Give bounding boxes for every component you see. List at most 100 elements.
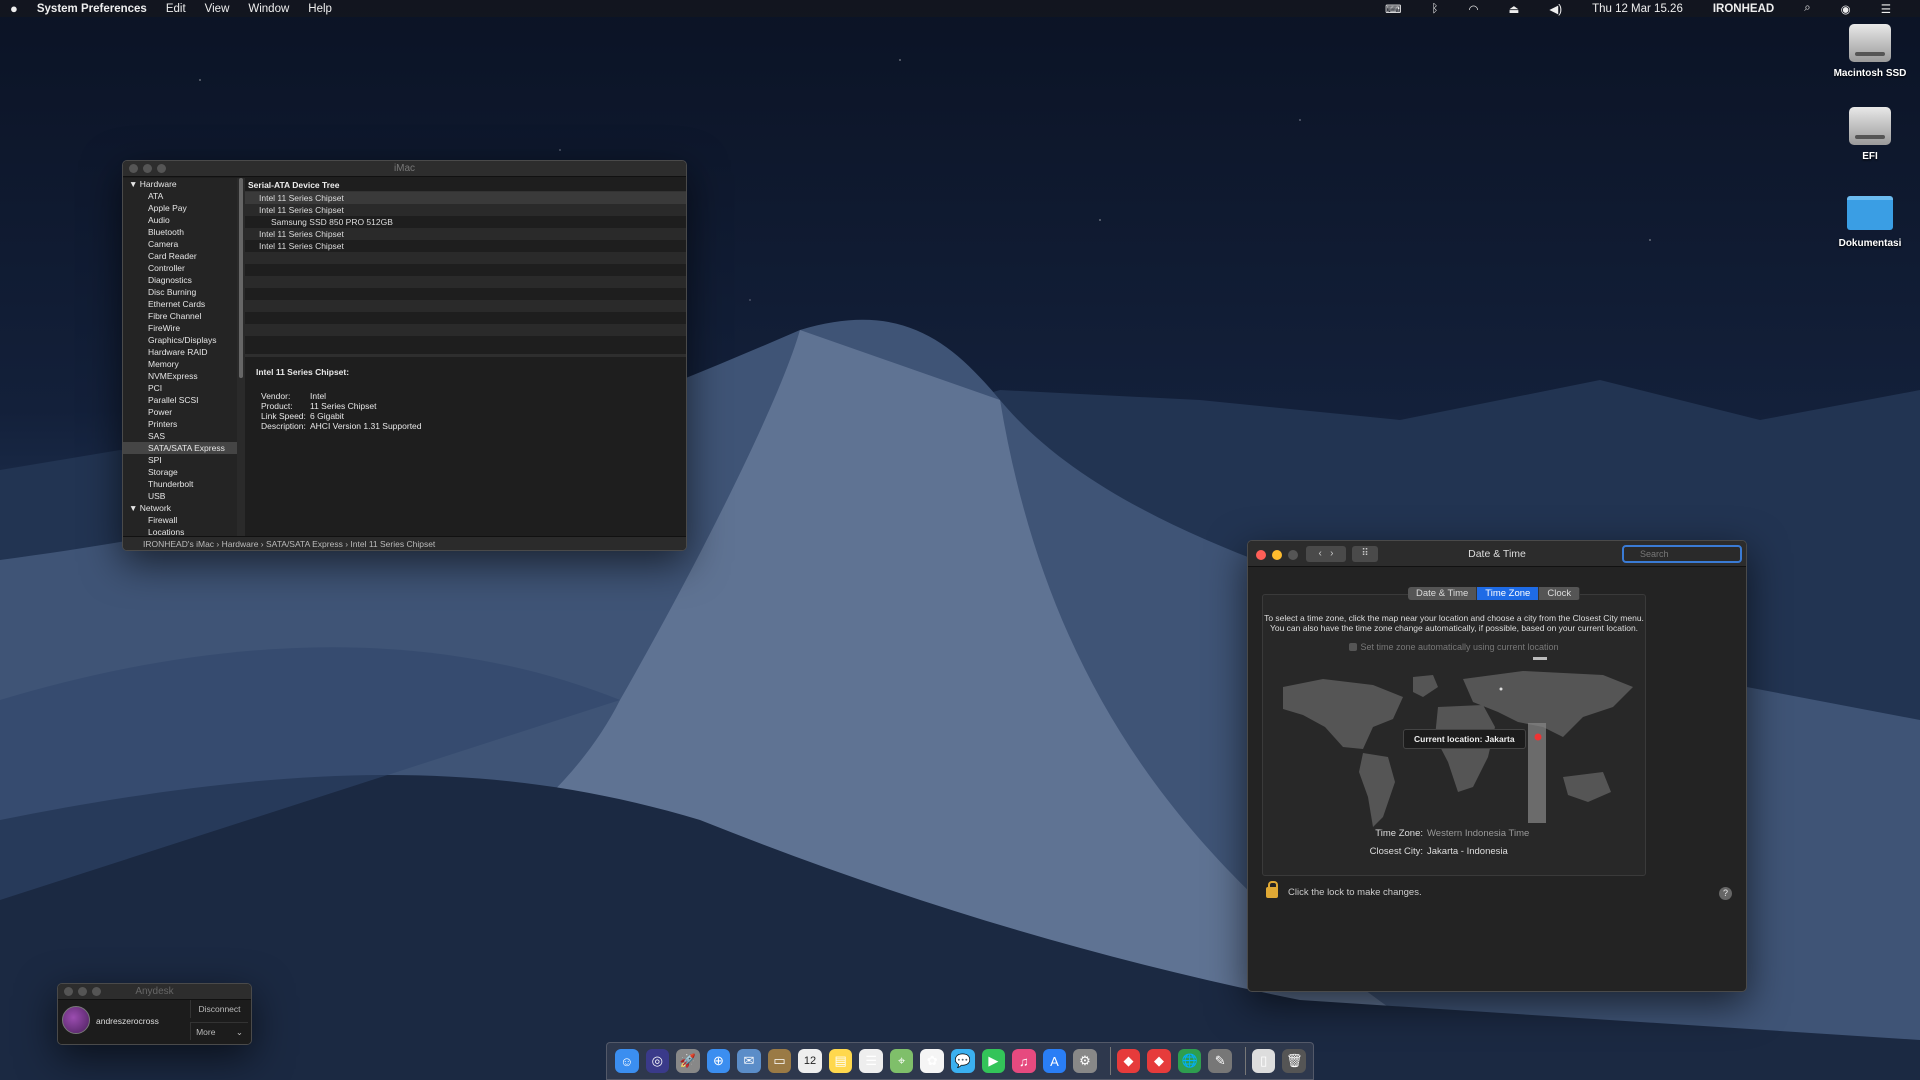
menu-user[interactable]: IRONHEAD: [1713, 3, 1774, 15]
close-button[interactable]: [129, 164, 138, 173]
zoom-button[interactable]: [157, 164, 166, 173]
sidebar-item[interactable]: SAS: [123, 430, 237, 442]
sidebar-item[interactable]: Printers: [123, 418, 237, 430]
notes-app-icon[interactable]: ▭: [767, 1049, 792, 1073]
itunes-icon[interactable]: ♫: [1012, 1049, 1036, 1073]
sidebar-item[interactable]: Diagnostics: [123, 274, 237, 286]
sidebar-item[interactable]: Thunderbolt: [123, 478, 237, 490]
menu-view[interactable]: View: [205, 3, 230, 15]
lock-icon[interactable]: [1266, 881, 1278, 898]
window-titlebar[interactable]: ‹ › ⠿ Date & Time Search: [1248, 541, 1746, 567]
sidebar-item[interactable]: Hardware RAID: [123, 346, 237, 358]
tree-row[interactable]: Samsung SSD 850 PRO 512GB: [245, 216, 686, 228]
desktop-icon-efi[interactable]: EFI: [1820, 107, 1920, 162]
help-button[interactable]: ?: [1719, 887, 1732, 900]
spotlight-icon[interactable]: ⌕: [1804, 2, 1810, 15]
launchpad-icon[interactable]: 🚀: [676, 1049, 700, 1073]
menu-app-name[interactable]: System Preferences: [37, 3, 147, 15]
sidebar-item[interactable]: SPI: [123, 454, 237, 466]
closest-city-select[interactable]: Jakarta - Indonesia: [1427, 846, 1508, 857]
sidebar-item[interactable]: ATA: [123, 190, 237, 202]
siri-menu-icon[interactable]: ◉: [1841, 2, 1851, 16]
disconnect-button[interactable]: Disconnect: [190, 1000, 248, 1018]
notification-center-icon[interactable]: ☰: [1881, 2, 1891, 16]
sidebar-item[interactable]: Card Reader: [123, 250, 237, 262]
sidebar-item[interactable]: Audio: [123, 214, 237, 226]
sidebar-scrollbar[interactable]: [237, 178, 245, 538]
calendar-icon[interactable]: 12: [798, 1049, 822, 1073]
apple-menu-icon[interactable]: ●: [10, 1, 18, 16]
back-forward-buttons[interactable]: ‹ ›: [1306, 546, 1346, 562]
sidebar-item[interactable]: Apple Pay: [123, 202, 237, 214]
desktop-icon-dokumentasi[interactable]: Dokumentasi: [1820, 196, 1920, 249]
anydesk-icon[interactable]: ◆: [1116, 1049, 1141, 1073]
bluetooth-icon[interactable]: ᛒ: [1432, 3, 1439, 15]
facetime-icon[interactable]: ▶: [981, 1049, 1006, 1073]
system-preferences-icon[interactable]: ⚙: [1073, 1049, 1097, 1073]
photos-icon[interactable]: ✿: [920, 1049, 945, 1073]
sidebar-item[interactable]: Bluetooth: [123, 226, 237, 238]
sidebar-group[interactable]: ▼ Hardware: [123, 178, 237, 190]
sidebar-item[interactable]: Fibre Channel: [123, 310, 237, 322]
sidebar-item[interactable]: Ethernet Cards: [123, 298, 237, 310]
close-button[interactable]: [1256, 550, 1266, 560]
search-input[interactable]: Search: [1622, 545, 1742, 563]
minimize-button[interactable]: [1272, 550, 1282, 560]
window-titlebar[interactable]: iMac: [123, 161, 686, 177]
world-icon[interactable]: 🌐: [1177, 1049, 1202, 1073]
menu-window[interactable]: Window: [248, 3, 289, 15]
tab-time-zone[interactable]: Time Zone: [1477, 587, 1540, 600]
wifi-icon[interactable]: ◠: [1468, 2, 1478, 16]
sidebar-item[interactable]: NVMExpress: [123, 370, 237, 382]
sidebar-item[interactable]: Firewall: [123, 514, 237, 526]
menu-clock[interactable]: Thu 12 Mar 15.26: [1592, 3, 1683, 15]
document-icon[interactable]: ▯: [1251, 1049, 1276, 1073]
stickies-icon[interactable]: ▤: [828, 1049, 853, 1073]
sidebar-item[interactable]: Memory: [123, 358, 237, 370]
sidebar-item[interactable]: Controller: [123, 262, 237, 274]
sidebar-item[interactable]: Graphics/Displays: [123, 334, 237, 346]
keyboard-input-icon[interactable]: ⌨: [1385, 2, 1402, 16]
menu-edit[interactable]: Edit: [166, 3, 186, 15]
tab-clock[interactable]: Clock: [1539, 587, 1581, 600]
messages-icon[interactable]: 💬: [951, 1049, 975, 1073]
reminders-icon[interactable]: ☰: [859, 1049, 883, 1073]
window-titlebar[interactable]: Anydesk: [58, 984, 251, 1000]
tree-row[interactable]: Intel 11 Series Chipset: [245, 240, 686, 252]
zoom-button[interactable]: [1288, 550, 1298, 560]
eject-icon[interactable]: ⏏: [1509, 2, 1520, 16]
auto-timezone-checkbox[interactable]: Set time zone automatically using curren…: [1263, 642, 1645, 652]
minimize-button[interactable]: [78, 987, 87, 996]
script-editor-icon[interactable]: ✎: [1208, 1049, 1232, 1073]
sidebar-item[interactable]: Storage: [123, 466, 237, 478]
tree-row[interactable]: Intel 11 Series Chipset: [245, 228, 686, 240]
tree-row[interactable]: Intel 11 Series Chipset: [245, 192, 686, 204]
path-bar-text[interactable]: IRONHEAD's iMac › Hardware › SATA/SATA E…: [143, 539, 435, 549]
finder-icon[interactable]: ☺: [615, 1049, 639, 1073]
zoom-button[interactable]: [92, 987, 101, 996]
sidebar-item[interactable]: Power: [123, 406, 237, 418]
close-button[interactable]: [64, 987, 73, 996]
desktop-icon-macintosh-ssd[interactable]: Macintosh SSD: [1820, 24, 1920, 79]
tree-row[interactable]: Intel 11 Series Chipset: [245, 204, 686, 216]
show-all-grid-icon[interactable]: ⠿: [1352, 546, 1378, 562]
mail-icon[interactable]: ✉: [737, 1049, 761, 1073]
maps-icon[interactable]: ⌖: [889, 1049, 914, 1073]
sidebar-group[interactable]: ▼ Network: [123, 502, 237, 514]
trash-icon[interactable]: 🗑: [1282, 1049, 1306, 1073]
anydesk-icon-2[interactable]: ◆: [1147, 1049, 1171, 1073]
sidebar-item[interactable]: Camera: [123, 238, 237, 250]
sidebar-item[interactable]: USB: [123, 490, 237, 502]
sidebar-item[interactable]: SATA/SATA Express: [123, 442, 237, 454]
device-tree-header[interactable]: Serial-ATA Device Tree: [245, 178, 686, 192]
tab-date-time[interactable]: Date & Time: [1408, 587, 1478, 600]
safari-icon[interactable]: ⊕: [706, 1049, 731, 1073]
sidebar-item[interactable]: Disc Burning: [123, 286, 237, 298]
minimize-button[interactable]: [143, 164, 152, 173]
siri-icon[interactable]: ◎: [645, 1049, 670, 1073]
app-store-icon[interactable]: A: [1042, 1049, 1067, 1073]
volume-icon[interactable]: ◀): [1549, 2, 1562, 16]
more-dropdown[interactable]: More ⌄: [190, 1022, 248, 1040]
world-map[interactable]: [1263, 657, 1643, 847]
menu-help[interactable]: Help: [308, 3, 332, 15]
